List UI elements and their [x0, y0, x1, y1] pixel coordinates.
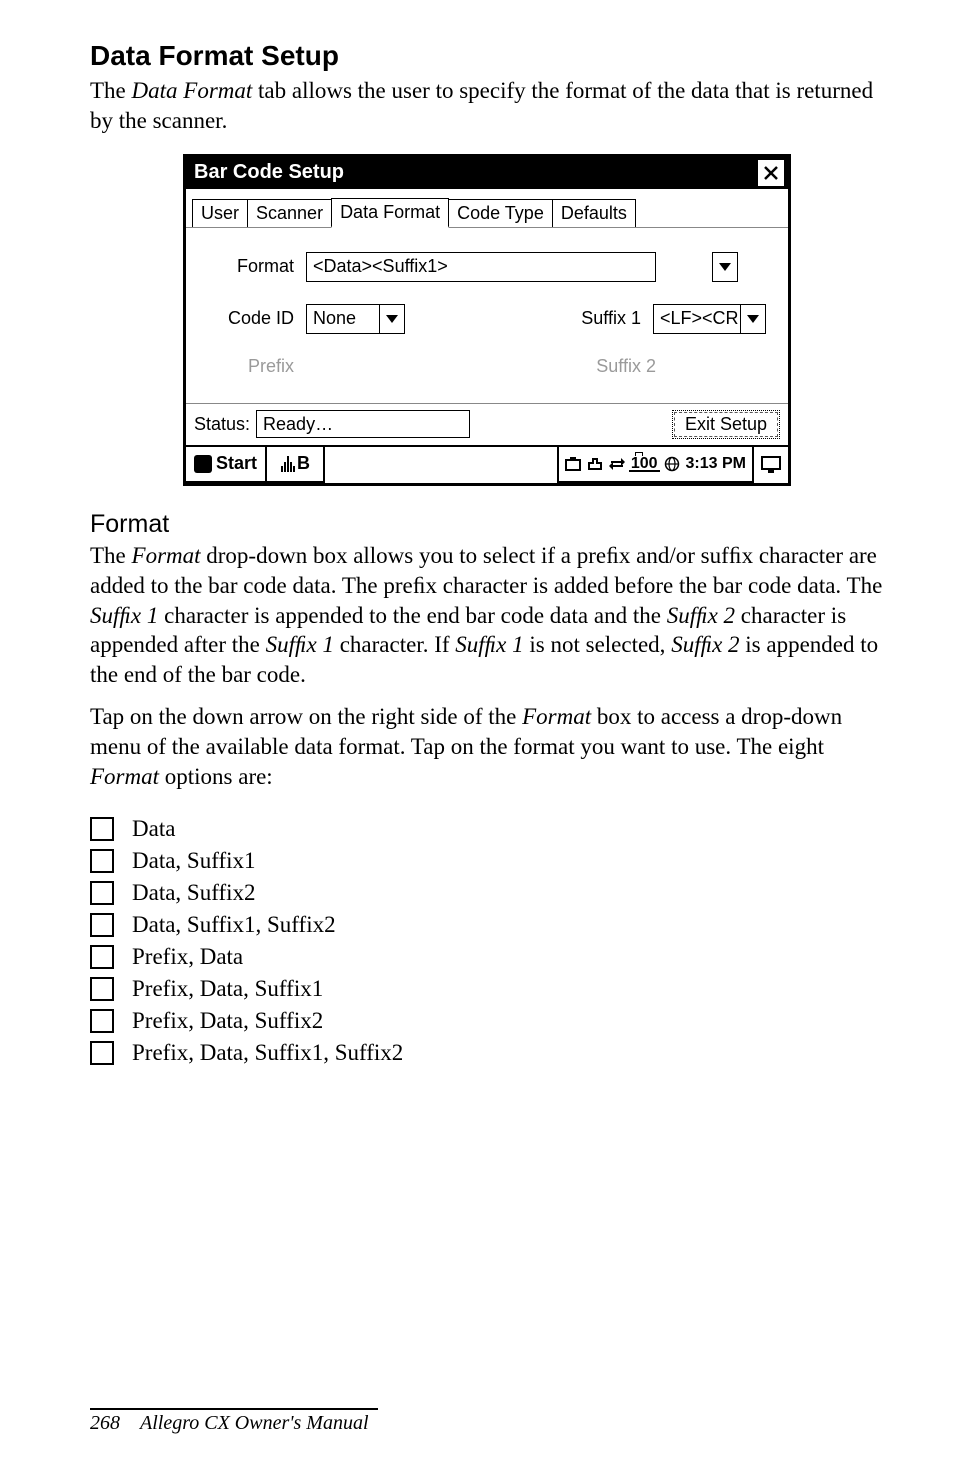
format-paragraph-1: The Format drop-down box allows you to s…	[90, 541, 884, 690]
list-item: Prefix, Data, Suffix1	[90, 976, 884, 1002]
chevron-down-icon	[386, 315, 398, 323]
footer-text: 268 Allegro CX Owner's Manual	[90, 1412, 884, 1435]
page-number: 268	[90, 1412, 120, 1434]
form-panel: Format <Data><Suffix1> Code ID None	[186, 228, 788, 403]
battery-icon	[629, 470, 660, 472]
chevron-down-icon	[719, 263, 731, 271]
tab-scanner[interactable]: Scanner	[247, 199, 332, 227]
taskbar: Start B 100 3:13 PM	[186, 445, 788, 483]
list-item: Data, Suffix1, Suffix2	[90, 912, 884, 938]
intro-paragraph: The Data Format tab allows the user to s…	[90, 76, 884, 136]
list-item-label: Data, Suffix1	[132, 848, 256, 874]
format-combo-button[interactable]	[712, 252, 738, 282]
subsection-heading: Format	[90, 510, 884, 539]
list-item-label: Data, Suffix2	[132, 880, 256, 906]
status-value: Ready…	[256, 410, 470, 438]
codeid-label: Code ID	[208, 308, 294, 329]
list-item: Data, Suffix1	[90, 848, 884, 874]
list-item: Data, Suffix2	[90, 880, 884, 906]
checkbox-icon	[90, 849, 114, 873]
show-desktop-button[interactable]	[752, 447, 788, 483]
suffix2-label: Suffix 2	[596, 356, 656, 377]
list-item-label: Data, Suffix1, Suffix2	[132, 912, 336, 938]
titlebar: Bar Code Setup	[186, 157, 788, 189]
tab-code-type[interactable]: Code Type	[448, 199, 553, 227]
suffix1-value: <LF><CR	[654, 305, 740, 333]
codeid-combo-button[interactable]	[379, 305, 404, 333]
task-label: B	[297, 453, 309, 474]
start-button[interactable]: Start	[186, 447, 267, 483]
sync-icon	[609, 457, 625, 471]
card-icon	[565, 457, 581, 471]
intro-pre: The	[90, 78, 132, 103]
suffix1-combo-button[interactable]	[740, 305, 765, 333]
window-title: Bar Code Setup	[194, 161, 344, 184]
format-label: Format	[208, 256, 294, 277]
list-item-label: Data	[132, 816, 175, 842]
close-button[interactable]	[756, 158, 786, 188]
checkbox-icon	[90, 1041, 114, 1065]
codeid-value: None	[307, 305, 379, 333]
checkbox-icon	[90, 945, 114, 969]
tabs: User Scanner Data Format Code Type Defau…	[186, 189, 788, 228]
status-label: Status:	[194, 414, 250, 435]
checkbox-icon	[90, 1009, 114, 1033]
list-item-label: Prefix, Data	[132, 944, 243, 970]
checkbox-icon	[90, 817, 114, 841]
checkbox-icon	[90, 881, 114, 905]
prefix-label: Prefix	[208, 356, 294, 377]
tab-data-format[interactable]: Data Format	[331, 198, 449, 228]
task-button[interactable]: B	[267, 447, 325, 483]
list-item-label: Prefix, Data, Suffix1	[132, 976, 323, 1002]
list-item-label: Prefix, Data, Suffix2	[132, 1008, 323, 1034]
page-footer: 268 Allegro CX Owner's Manual	[90, 1378, 884, 1435]
plug-icon	[587, 457, 603, 471]
screenshot-window: Bar Code Setup User Scanner Data Format …	[183, 154, 791, 486]
tray-clock: 3:13 PM	[686, 455, 746, 473]
checkbox-icon	[90, 977, 114, 1001]
start-icon	[194, 455, 212, 473]
system-tray[interactable]: 100 3:13 PM	[557, 447, 752, 483]
list-item: Prefix, Data, Suffix1, Suffix2	[90, 1040, 884, 1066]
format-paragraph-2: Tap on the down arrow on the right side …	[90, 702, 884, 792]
format-options-list: Data Data, Suffix1 Data, Suffix2 Data, S…	[90, 810, 884, 1072]
desktop-icon	[761, 456, 781, 474]
footer-rule	[90, 1408, 378, 1410]
section-heading: Data Format Setup	[90, 40, 884, 72]
suffix1-combo[interactable]: <LF><CR	[653, 304, 766, 334]
codeid-combo[interactable]: None	[306, 304, 405, 334]
suffix1-label: Suffix 1	[581, 308, 641, 329]
list-item: Data	[90, 816, 884, 842]
checkbox-icon	[90, 913, 114, 937]
list-item: Prefix, Data	[90, 944, 884, 970]
barcode-icon	[281, 456, 295, 472]
format-combo[interactable]: <Data><Suffix1>	[307, 253, 655, 281]
chevron-down-icon	[747, 315, 759, 323]
globe-icon	[664, 456, 680, 472]
tab-user[interactable]: User	[192, 199, 248, 227]
status-bar: Status: Ready… Exit Setup	[186, 403, 788, 445]
exit-setup-button[interactable]: Exit Setup	[672, 410, 780, 439]
list-item-label: Prefix, Data, Suffix1, Suffix2	[132, 1040, 403, 1066]
tab-defaults[interactable]: Defaults	[552, 199, 636, 227]
manual-title: Allegro CX Owner's Manual	[140, 1412, 369, 1434]
list-item: Prefix, Data, Suffix2	[90, 1008, 884, 1034]
start-label: Start	[216, 453, 257, 474]
close-icon	[764, 166, 778, 180]
intro-em: Data Format	[132, 78, 253, 103]
